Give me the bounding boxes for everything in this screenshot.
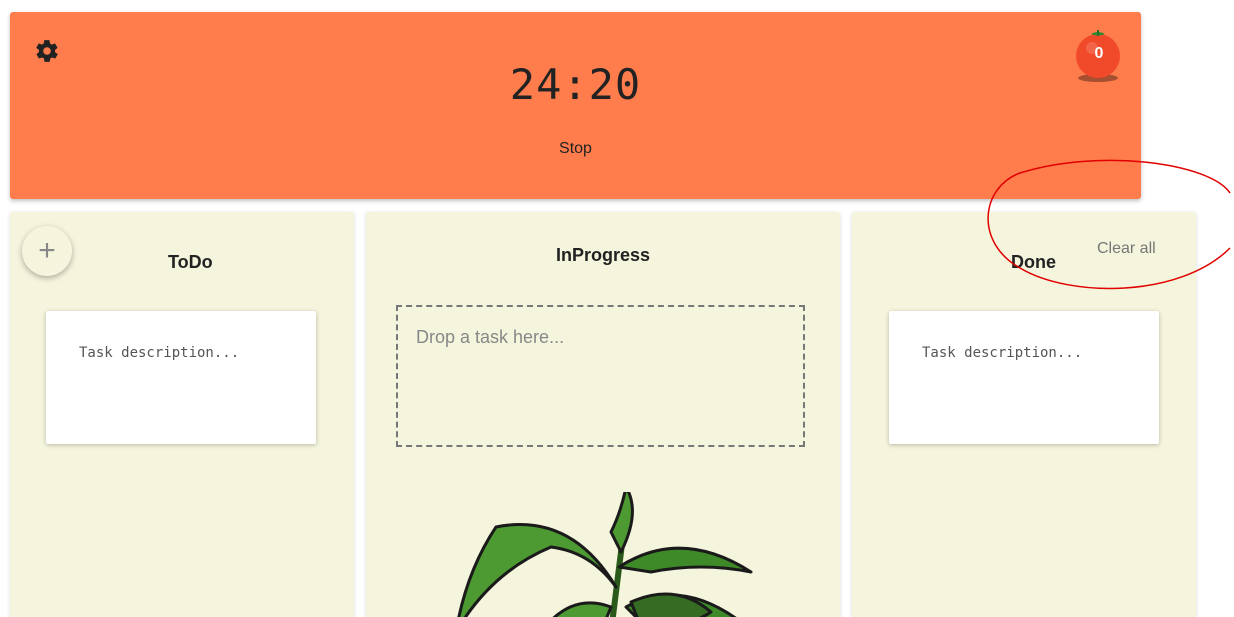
plus-icon: + [38, 234, 56, 267]
done-title: Done [1011, 252, 1056, 272]
timer-panel: 24:20 Stop 0 [10, 12, 1141, 199]
tomato-counter: 0 [1071, 28, 1127, 84]
add-task-button[interactable]: + [22, 226, 72, 276]
timer-display: 24:20 [509, 60, 642, 109]
pomodoro-app: 24:20 Stop 0 + ToDo Task description... … [0, 0, 1234, 617]
stop-button[interactable]: Stop [551, 136, 600, 162]
dropzone-placeholder: Drop a task here... [416, 327, 565, 347]
task-description[interactable]: Task description... [79, 345, 239, 361]
todo-title: ToDo [168, 252, 213, 272]
plant-illustration [457, 492, 753, 617]
task-description[interactable]: Task description... [922, 345, 1082, 361]
task-card[interactable]: Task description... [889, 311, 1159, 444]
in-progress-column: InProgress Drop a task here... [366, 212, 840, 617]
task-dropzone[interactable]: Drop a task here... [396, 305, 805, 447]
in-progress-title: InProgress [555, 245, 651, 265]
done-column: Done Clear all Task description... [852, 212, 1196, 617]
tomato-count: 0 [1094, 45, 1104, 62]
task-card[interactable]: Task description... [46, 311, 316, 444]
todo-column: + ToDo Task description... [10, 212, 354, 617]
clear-all-button[interactable]: Clear all [1097, 240, 1156, 258]
